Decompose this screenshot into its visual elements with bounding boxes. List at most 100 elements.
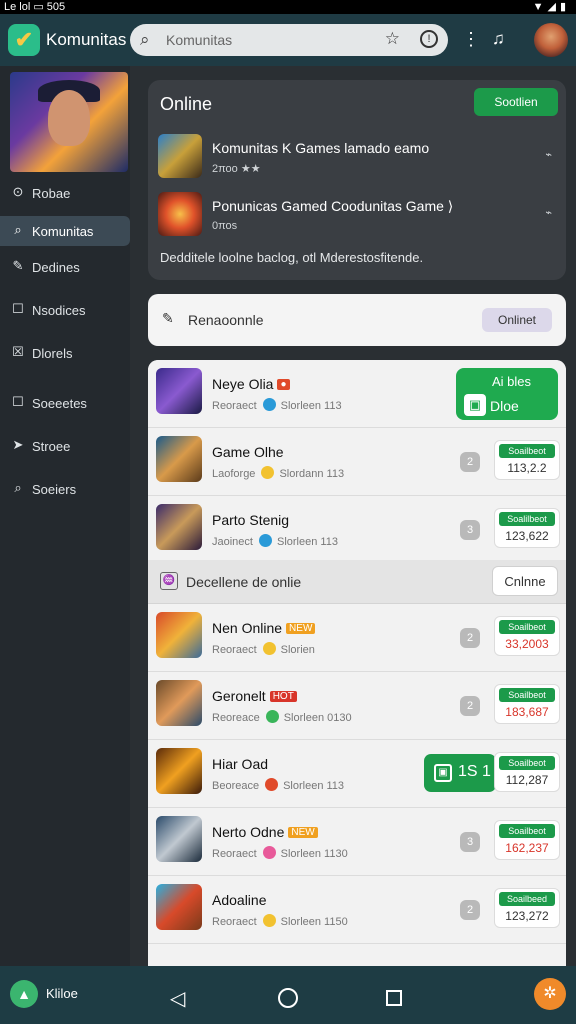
list-item[interactable]: Nerto Odne NEW Reoraect Slorleen 1130 3 So…	[148, 808, 566, 876]
sidebar-item-label: Soeeetes	[32, 396, 87, 411]
price-value: 123,272	[505, 909, 549, 923]
leaf-logo-icon[interactable]: ✔	[8, 24, 40, 56]
play-button-top: Ai bles	[492, 374, 532, 389]
avatar[interactable]	[534, 23, 568, 57]
sidebar-item-stroee[interactable]: ➤ Stroee	[0, 431, 130, 461]
sidebar: ⊙ Robae ⌕ Komunitas ✎ Dedines ☐ Nsodices ☒ Dl…	[0, 66, 130, 966]
search-bar[interactable]: ⌕ Komunitas ☆ !	[130, 24, 448, 56]
app-bar: ✔ Komunitas ⌕ Komunitas ☆ ! ⋮ ♫	[0, 14, 576, 66]
play-button-bottom: Dloe	[490, 398, 519, 414]
list-item[interactable]: Hiar Oad Beoreace Slorleen 113 ▣ 1S 1 Soai…	[148, 740, 566, 808]
price-label: Soailbeot	[499, 824, 555, 838]
price-label: Soailbeot	[499, 756, 555, 770]
recommend-bar[interactable]: ✎ Renaoonnle Onlinet	[148, 294, 566, 346]
price-box[interactable]: Soailbeot 112,287	[494, 752, 560, 792]
square-icon: ☐	[12, 301, 24, 316]
price-label: Soailbeot	[499, 620, 555, 634]
game-name: Geronelt HOT	[212, 688, 297, 704]
price-box[interactable]: Soailbeot 162,237	[494, 820, 560, 860]
online-description: Dedditele loolne baclog, otl Mderestosfi…	[160, 250, 424, 265]
game-thumbnail	[156, 884, 202, 930]
play-button[interactable]: Ai bles ▣ Dloe	[456, 368, 558, 420]
online-action-button[interactable]: Sootlien	[474, 88, 558, 116]
gamepad-icon: ▣	[464, 394, 486, 416]
send-icon: ➤	[12, 437, 24, 452]
price-value: 123,622	[505, 529, 549, 543]
game-thumbnail	[156, 816, 202, 862]
sidebar-item-label: Stroee	[32, 439, 71, 454]
rank-badge: 2	[460, 900, 480, 920]
recommend-badge[interactable]: Onlinet	[482, 308, 552, 332]
game-name: Neye Olia ●	[212, 376, 290, 392]
sidebar-banner-image[interactable]	[10, 72, 128, 172]
list-item[interactable]: Parto Stenig Jaoinect Slorleen 113 3 Soal…	[148, 496, 566, 564]
list-item[interactable]: Game Olhe Laoforge Slordann 113 2 Soailbe…	[148, 428, 566, 496]
recents-icon[interactable]	[386, 990, 402, 1006]
game-thumbnail	[156, 612, 202, 658]
price-box[interactable]: Soailbeed 123,272	[494, 888, 560, 928]
rank-badge: 3	[460, 520, 480, 540]
game-sub: Reoraect Slorleen 1130	[212, 846, 348, 860]
more-vert-icon[interactable]: ⋮	[462, 29, 480, 50]
search-input[interactable]: Komunitas	[166, 32, 232, 48]
online-row[interactable]: Ponunicas Gamed Coodunitas Game ⟩ 0ποs ⌁	[158, 192, 556, 238]
rank-badge: 2	[460, 696, 480, 716]
sidebar-item-soeiers[interactable]: ⌕ Soeiers	[0, 474, 130, 504]
game-thumbnail	[156, 368, 202, 414]
status-bar: Le lol ▭ 505 ▼◢▮	[0, 0, 576, 14]
game-sub: Jaoinect Slorleen 113	[212, 534, 338, 548]
mic-icon: ✎	[162, 310, 174, 326]
sidebar-item-nsodices[interactable]: ☐ Nsodices	[0, 295, 130, 325]
status-right: ▼◢▮	[532, 1, 570, 13]
price-label: Soailbeed	[499, 892, 555, 906]
bell-icon[interactable]: ♫	[492, 29, 505, 49]
list-item[interactable]: Adoaline Reoraect Slorleen 1150 2 Soailbe…	[148, 876, 566, 944]
price-value: 113,2.2	[507, 461, 547, 475]
section-header: ♒ Decellene de onlie Cnlnne	[148, 560, 566, 604]
more-icon[interactable]: ⌁	[545, 206, 552, 219]
sidebar-item-dedines[interactable]: ✎ Dedines	[0, 252, 130, 282]
game-thumbnail	[156, 748, 202, 794]
price-label: Soalilbeot	[499, 512, 555, 526]
sidebar-item-label: Robae	[32, 186, 71, 201]
game-thumbnail	[156, 680, 202, 726]
star-icon[interactable]: ☆	[385, 29, 400, 49]
settings-icon[interactable]: ✲	[534, 978, 566, 1010]
section-label: Decellene de onlie	[186, 574, 302, 590]
sidebar-item-robae[interactable]: ⊙ Robae	[0, 178, 130, 208]
rank-badge: 2	[460, 628, 480, 648]
sidebar-item-label: Komunitas	[32, 224, 94, 239]
home-app-icon[interactable]: ▲	[10, 980, 38, 1008]
price-box[interactable]: Soalilbeot 123,622	[494, 508, 560, 548]
game-thumbnail	[156, 436, 202, 482]
price-box[interactable]: Soailbeot 183,687	[494, 684, 560, 724]
home-icon[interactable]	[278, 988, 298, 1008]
play-now-label: 1S 1	[458, 763, 491, 780]
square-icon: ☐	[12, 394, 24, 409]
play-now-button[interactable]: ▣ 1S 1	[424, 754, 496, 792]
more-icon[interactable]: ⌁	[545, 148, 552, 161]
back-icon[interactable]: ◁	[170, 986, 185, 1011]
game-thumbnail	[158, 134, 202, 178]
price-box[interactable]: Soailbeot 113,2.2	[494, 440, 560, 480]
section-button[interactable]: Cnlnne	[492, 566, 558, 596]
list-item[interactable]: Geronelt HOT Reoreace Slorleen 0130 2 Soai…	[148, 672, 566, 740]
bottom-nav-bar: ▲ Kliloe ◁ ✲	[0, 966, 576, 1024]
home-app-label: Kliloe	[46, 986, 78, 1001]
sidebar-item-komunitas[interactable]: ⌕ Komunitas	[0, 216, 130, 246]
box-icon: ☒	[12, 344, 24, 359]
game-name: Game Olhe	[212, 444, 284, 460]
list-item[interactable]: Nen Online NEW Reoraect Slorien 2 Soailbeo…	[148, 604, 566, 672]
sidebar-item-dlorels[interactable]: ☒ Dlorels	[0, 338, 130, 368]
alert-icon[interactable]: !	[420, 30, 438, 48]
banner-face	[48, 90, 90, 146]
online-row-title: Ponunicas Gamed Coodunitas Game ⟩	[212, 198, 454, 214]
price-box[interactable]: Soailbeot 33,2003	[494, 616, 560, 656]
sidebar-item-soeeetes[interactable]: ☐ Soeeetes	[0, 388, 130, 418]
online-row-title: Komunitas K Games lamado eamo	[212, 140, 430, 156]
game-thumbnail	[158, 192, 202, 236]
app-title: Komunitas	[46, 30, 127, 49]
rank-badge: 2	[460, 452, 480, 472]
online-row[interactable]: Komunitas K Games lamado eamo 2ποο ★★ ⌁	[158, 134, 556, 180]
list-item[interactable]: Neye Olia ● Reoraect Slorleen 113 Ai bles …	[148, 360, 566, 428]
